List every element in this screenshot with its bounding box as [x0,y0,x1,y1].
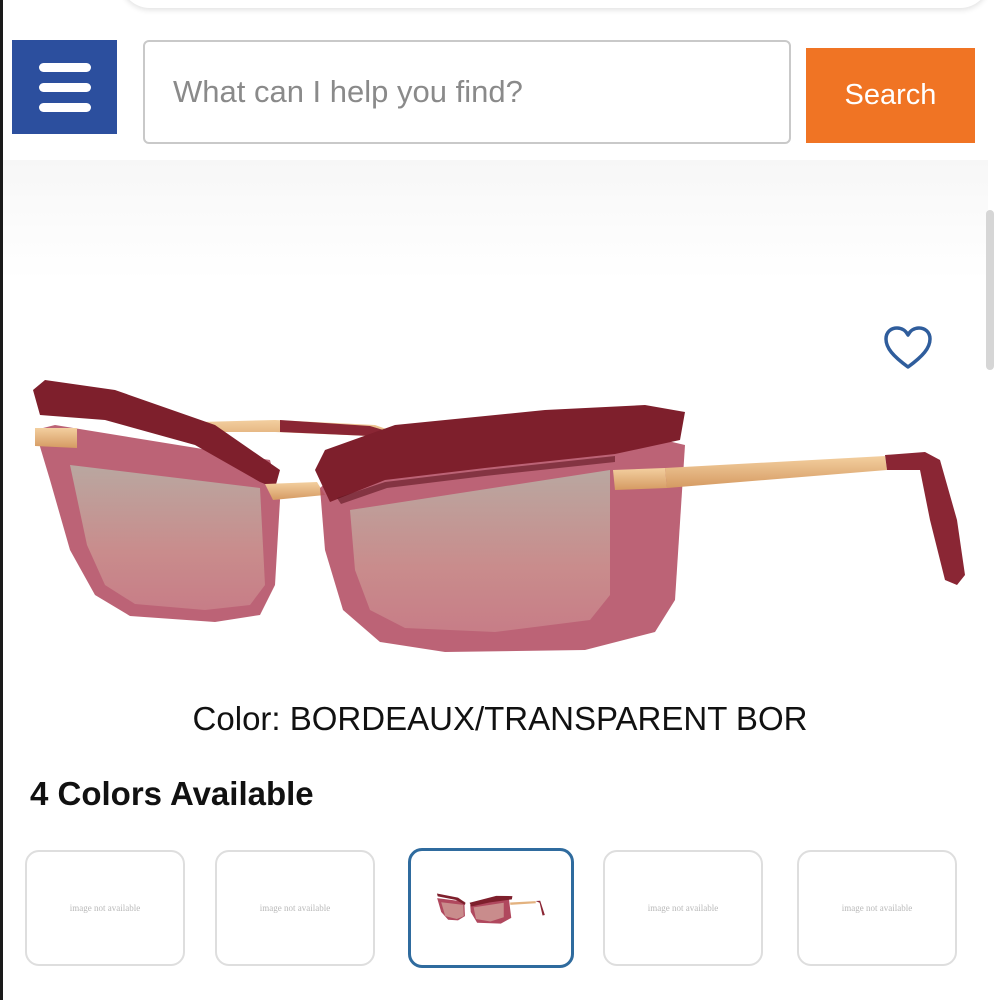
search-button[interactable]: Search [806,48,975,143]
hamburger-menu-icon [38,62,91,72]
color-swatch[interactable]: image not available [797,850,957,966]
top-overlay-bar [120,0,990,8]
image-not-available-text: image not available [259,903,331,913]
selected-color-label: Color: BORDEAUX/TRANSPARENT BOR [192,700,808,737]
sunglasses-image [33,380,965,652]
color-swatch-list: image not available image not available … [25,848,975,970]
window-edge [0,0,3,1000]
image-not-available-text: image not available [647,903,719,913]
colors-available-heading: 4 Colors Available [30,775,314,812]
color-swatch-selected[interactable] [408,848,574,968]
product-page: Search [0,0,1000,1000]
search-input[interactable] [143,40,791,144]
image-not-available-text: image not available [69,903,141,913]
heart-icon[interactable] [883,325,933,371]
sunglasses-thumbnail-icon [436,893,545,924]
menu-button[interactable] [12,40,117,134]
color-swatch[interactable]: image not available [603,850,763,966]
hamburger-menu-icon-bar [38,102,91,112]
color-swatch[interactable]: image not available [25,850,185,966]
hamburger-menu-icon-bar [38,82,91,92]
hero-background [3,160,988,280]
scrollbar[interactable] [986,210,994,370]
color-swatch[interactable]: image not available [215,850,375,966]
image-not-available-text: image not available [841,903,913,913]
